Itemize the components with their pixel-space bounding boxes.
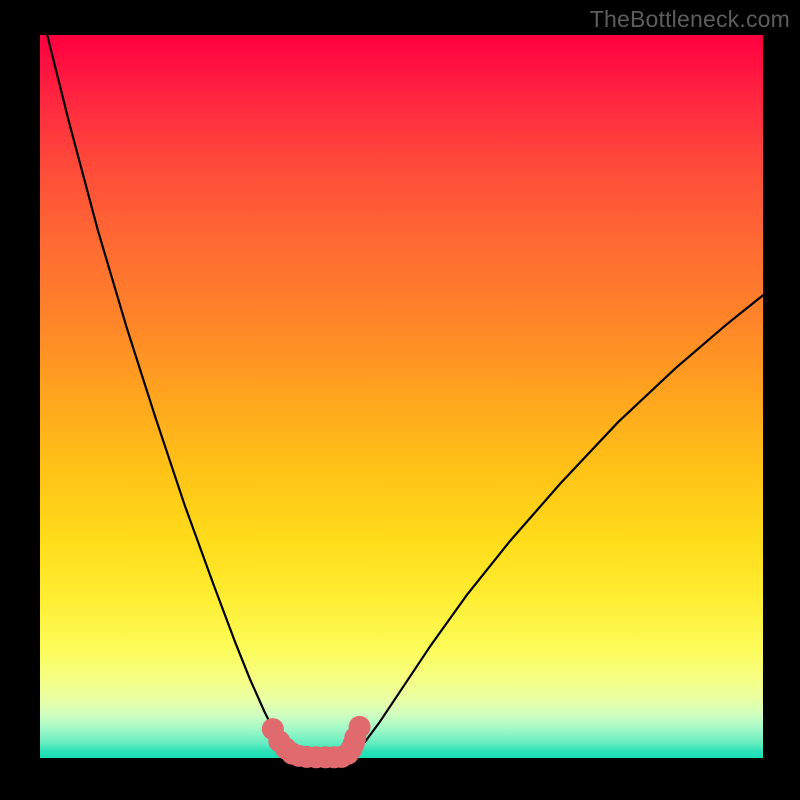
series-container	[47, 35, 763, 768]
chart-svg	[40, 35, 763, 758]
curve-left-curve	[47, 35, 296, 757]
chart-frame: TheBottleneck.com	[0, 0, 800, 800]
watermark-label: TheBottleneck.com	[590, 6, 790, 33]
curve-right-curve	[346, 295, 763, 757]
marker-dot	[349, 716, 371, 738]
